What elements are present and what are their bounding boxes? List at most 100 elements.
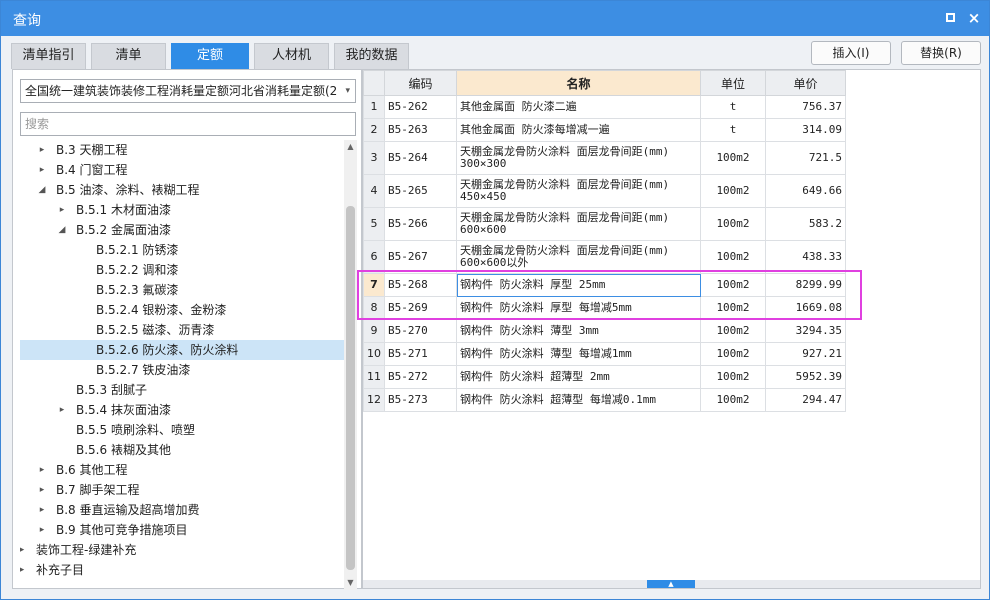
cell-unit[interactable]: 100m2 xyxy=(700,273,766,297)
cell-price[interactable]: 583.2 xyxy=(765,207,846,241)
row-number[interactable]: 10 xyxy=(363,342,385,366)
row-number[interactable]: 9 xyxy=(363,319,385,343)
tree-item[interactable]: ◢ B.5.2 金属面油漆 xyxy=(20,220,344,240)
cell-unit[interactable]: t xyxy=(700,118,766,142)
row-number[interactable]: 2 xyxy=(363,118,385,142)
search-field[interactable] xyxy=(20,112,356,136)
cell-unit[interactable]: 100m2 xyxy=(700,365,766,389)
cell-unit[interactable]: 100m2 xyxy=(700,319,766,343)
row-number[interactable]: 4 xyxy=(363,174,385,208)
table-row[interactable]: 8 B5-269 钢构件 防火涂料 厚型 每增减5mm 100m2 1669.08 xyxy=(363,296,846,320)
collapsed-arrow-icon[interactable]: ▸ xyxy=(36,460,48,480)
tab-bill[interactable]: 清单 xyxy=(91,43,166,69)
cell-price[interactable]: 3294.35 xyxy=(765,319,846,343)
tab-bill-guide[interactable]: 清单指引 xyxy=(11,43,86,69)
cell-code[interactable]: B5-269 xyxy=(384,296,457,320)
quota-library-select[interactable]: 全国统一建筑装饰装修工程消耗量定额河北省消耗量定额(20 ▾ xyxy=(20,79,356,103)
cell-price[interactable]: 756.37 xyxy=(765,95,846,119)
title-bar[interactable]: 查询 × xyxy=(1,1,989,36)
cell-name[interactable]: 天棚金属龙骨防火涂料 面层龙骨间距(mm) 300×300 xyxy=(456,141,701,175)
cell-code[interactable]: B5-262 xyxy=(384,95,457,119)
tree-item[interactable]: ▸ B.9 其他可竞争措施项目 xyxy=(20,520,344,540)
tree-item[interactable]: B.5.6 裱糊及其他 xyxy=(20,440,344,460)
collapsed-arrow-icon[interactable]: ▸ xyxy=(56,400,68,420)
tree-item[interactable]: ▸ 补充子目 xyxy=(20,560,344,580)
cell-name[interactable]: 钢构件 防火涂料 厚型 25mm xyxy=(456,273,701,297)
column-header-name[interactable]: 名称 xyxy=(456,70,701,96)
tree-item[interactable]: B.5.2.1 防锈漆 xyxy=(20,240,344,260)
column-header-code[interactable]: 编码 xyxy=(384,70,457,96)
cell-code[interactable]: B5-264 xyxy=(384,141,457,175)
restore-button[interactable] xyxy=(941,9,959,27)
cell-unit[interactable]: 100m2 xyxy=(700,296,766,320)
table-row[interactable]: 5 B5-266 天棚金属龙骨防火涂料 面层龙骨间距(mm) 600×600 100m… xyxy=(363,207,846,241)
tree-item[interactable]: B.5.2.5 磁漆、沥青漆 xyxy=(20,320,344,340)
collapsed-arrow-icon[interactable]: ▸ xyxy=(56,200,68,220)
cell-code[interactable]: B5-266 xyxy=(384,207,457,241)
cell-name[interactable]: 钢构件 防火涂料 薄型 每增减1mm xyxy=(456,342,701,366)
cell-price[interactable]: 1669.08 xyxy=(765,296,846,320)
column-header-unit[interactable]: 单位 xyxy=(700,70,766,96)
column-header-price[interactable]: 单价 xyxy=(765,70,846,96)
collapsed-arrow-icon[interactable]: ▸ xyxy=(36,140,48,160)
tree-item[interactable]: B.5.2.7 铁皮油漆 xyxy=(20,360,344,380)
tree-vertical-scrollbar[interactable]: ▲ ▼ xyxy=(344,140,357,590)
tree-item[interactable]: ▸ B.7 脚手架工程 xyxy=(20,480,344,500)
collapsed-arrow-icon[interactable]: ▸ xyxy=(36,160,48,180)
cell-name[interactable]: 其他金属面 防火漆二遍 xyxy=(456,95,701,119)
table-horizontal-scrollbar[interactable]: ▲ xyxy=(363,580,980,588)
cell-unit[interactable]: 100m2 xyxy=(700,141,766,175)
tree-item[interactable]: B.5.2.4 银粉漆、金粉漆 xyxy=(20,300,344,320)
tree-item[interactable]: ▸ 装饰工程-绿建补充 xyxy=(20,540,344,560)
cell-price[interactable]: 8299.99 xyxy=(765,273,846,297)
splitter-grip-icon[interactable]: ▲ xyxy=(647,580,695,588)
cell-code[interactable]: B5-265 xyxy=(384,174,457,208)
collapsed-arrow-icon[interactable]: ▸ xyxy=(36,520,48,540)
tree-item[interactable]: ▸ B.6 其他工程 xyxy=(20,460,344,480)
cell-code[interactable]: B5-273 xyxy=(384,388,457,412)
row-number[interactable]: 12 xyxy=(363,388,385,412)
cell-unit[interactable]: 100m2 xyxy=(700,174,766,208)
cell-price[interactable]: 649.66 xyxy=(765,174,846,208)
table-row[interactable]: 2 B5-263 其他金属面 防火漆每增减一遍 t 314.09 xyxy=(363,118,846,142)
expanded-arrow-icon[interactable]: ◢ xyxy=(56,220,68,240)
row-number[interactable]: 5 xyxy=(363,207,385,241)
tree-item[interactable]: ◢ B.5 油漆、涂料、裱糊工程 xyxy=(20,180,344,200)
chevron-down-icon[interactable]: ▾ xyxy=(345,80,350,102)
search-input[interactable] xyxy=(21,113,355,135)
tree-item[interactable]: ▸ B.8 垂直运输及超高增加费 xyxy=(20,500,344,520)
cell-unit[interactable]: 100m2 xyxy=(700,240,766,274)
cell-name[interactable]: 天棚金属龙骨防火涂料 面层龙骨间距(mm) 450×450 xyxy=(456,174,701,208)
tree-item[interactable]: ▸ B.5.4 抹灰面油漆 xyxy=(20,400,344,420)
row-number[interactable]: 1 xyxy=(363,95,385,119)
tree-item[interactable]: ▸ B.3 天棚工程 xyxy=(20,140,344,160)
cell-name[interactable]: 钢构件 防火涂料 厚型 每增减5mm xyxy=(456,296,701,320)
table-row[interactable]: 9 B5-270 钢构件 防火涂料 薄型 3mm 100m2 3294.35 xyxy=(363,319,846,343)
row-number[interactable]: 8 xyxy=(363,296,385,320)
cell-code[interactable]: B5-268 xyxy=(384,273,457,297)
insert-button[interactable]: 插入(I) xyxy=(811,41,891,65)
scroll-up-icon[interactable]: ▲ xyxy=(344,140,357,154)
cell-name[interactable]: 其他金属面 防火漆每增减一遍 xyxy=(456,118,701,142)
collapsed-arrow-icon[interactable]: ▸ xyxy=(20,560,28,580)
cell-name[interactable]: 钢构件 防火涂料 超薄型 2mm xyxy=(456,365,701,389)
cell-price[interactable]: 314.09 xyxy=(765,118,846,142)
table-row[interactable]: 11 B5-272 钢构件 防火涂料 超薄型 2mm 100m2 5952.39 xyxy=(363,365,846,389)
tab-my-data[interactable]: 我的数据 xyxy=(334,43,409,69)
cell-name[interactable]: 天棚金属龙骨防火涂料 面层龙骨间距(mm) 600×600以外 xyxy=(456,240,701,274)
replace-button[interactable]: 替换(R) xyxy=(901,41,981,65)
cell-code[interactable]: B5-270 xyxy=(384,319,457,343)
table-row[interactable]: 6 B5-267 天棚金属龙骨防火涂料 面层龙骨间距(mm) 600×600以外 10… xyxy=(363,240,846,274)
tree-item[interactable]: B.5.3 刮腻子 xyxy=(20,380,344,400)
cell-price[interactable]: 5952.39 xyxy=(765,365,846,389)
collapsed-arrow-icon[interactable]: ▸ xyxy=(36,500,48,520)
cell-code[interactable]: B5-267 xyxy=(384,240,457,274)
tab-labor-material-machine[interactable]: 人材机 xyxy=(254,43,329,69)
cell-code[interactable]: B5-263 xyxy=(384,118,457,142)
collapsed-arrow-icon[interactable]: ▸ xyxy=(36,480,48,500)
tree-item[interactable]: B.5.2.3 氟碳漆 xyxy=(20,280,344,300)
tree-item[interactable]: B.5.2.2 调和漆 xyxy=(20,260,344,280)
tab-quota[interactable]: 定额 xyxy=(171,43,249,69)
cell-unit[interactable]: 100m2 xyxy=(700,388,766,412)
cell-unit[interactable]: 100m2 xyxy=(700,207,766,241)
